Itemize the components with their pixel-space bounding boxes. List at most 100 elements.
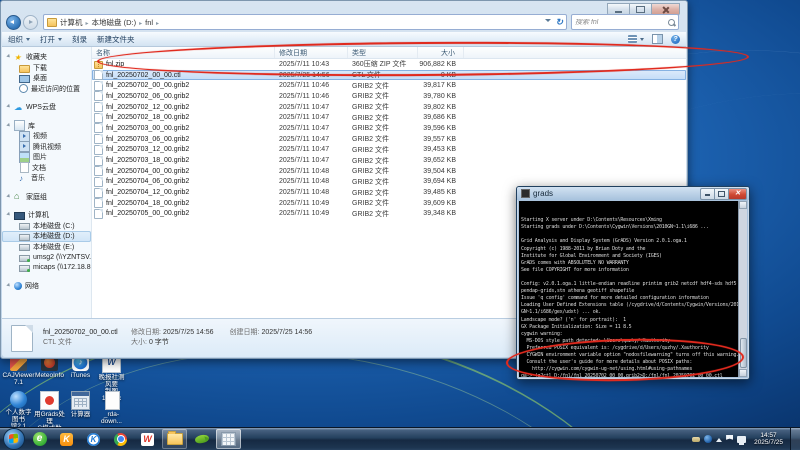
tray-icon[interactable] xyxy=(704,435,712,443)
file-name: fnl_20250703_12_00.grib2 xyxy=(106,146,189,153)
file-name-cell: fnl_20250703_06_00.grib2 xyxy=(92,134,275,144)
taskbar-app-icon xyxy=(60,433,73,446)
table-row[interactable]: fnl_20250704_00_00.grib2 2025/7/11 10:48… xyxy=(92,166,686,177)
back-button[interactable] xyxy=(6,15,21,30)
address-history-dropdown-icon[interactable] xyxy=(545,19,551,25)
table-row[interactable]: fnl_20250702_00_00.grib2 2025/7/11 10:46… xyxy=(92,80,686,91)
forward-button[interactable] xyxy=(23,15,38,30)
taskbar-button[interactable] xyxy=(27,429,52,449)
taskbar-button[interactable] xyxy=(162,429,187,449)
desktop-icon-label: CAJViewer 7.1 xyxy=(2,372,34,386)
sidebar-item[interactable]: 网络 xyxy=(2,281,91,292)
console-close-button[interactable]: ✕ xyxy=(728,188,747,200)
scroll-up-icon[interactable] xyxy=(739,201,747,209)
console-line: Starting grads under D:\Contents\Cygwin\… xyxy=(521,224,738,231)
desktop-icon[interactable]: 个人数字图书 馆2.1 xyxy=(3,390,34,427)
sidebar-item[interactable]: 音乐 xyxy=(2,173,91,184)
sidebar-item[interactable]: 下载 xyxy=(2,63,91,74)
preview-pane-button[interactable] xyxy=(652,34,663,44)
sidebar-item[interactable]: 腾讯视频 xyxy=(2,142,91,153)
taskbar-button[interactable] xyxy=(81,429,106,449)
refresh-icon[interactable]: ↻ xyxy=(555,18,563,27)
tray-icon[interactable] xyxy=(726,435,733,443)
sidebar-item-label: 计算机 xyxy=(28,210,49,220)
sidebar-item[interactable]: 文档 xyxy=(2,163,91,174)
sidebar-item-icon xyxy=(19,65,30,73)
column-header[interactable]: 修改日期 xyxy=(275,47,348,58)
file-name: fnl_20250705_00_00.grib2 xyxy=(106,210,189,217)
sidebar-item[interactable]: 收藏夹 xyxy=(2,52,91,63)
toolbar-button[interactable]: 新建文件夹 xyxy=(97,34,135,45)
table-row[interactable]: fnl_20250702_00_00.ctl 2025/7/25 14:56 C… xyxy=(92,70,686,81)
desktop-icon[interactable]: 用Grads处理 C模式数据.. xyxy=(34,390,65,427)
desktop-icon[interactable]: 计算器 xyxy=(65,390,96,427)
sidebar-item-icon xyxy=(19,131,30,142)
sidebar-item[interactable]: 家庭组 xyxy=(2,192,91,203)
column-header[interactable]: 名称 xyxy=(92,47,275,58)
taskbar-app-icon xyxy=(87,433,100,446)
table-row[interactable]: fnl_20250703_00_00.grib2 2025/7/11 10:47… xyxy=(92,123,686,134)
taskbar-button[interactable] xyxy=(108,429,133,449)
search-box[interactable] xyxy=(571,14,679,30)
taskbar-app-icon xyxy=(167,433,183,445)
file-date: 2025/7/11 10:43 xyxy=(275,61,348,68)
tray-icon[interactable] xyxy=(737,436,746,443)
search-input[interactable] xyxy=(575,19,668,26)
sidebar-item[interactable]: 桌面 xyxy=(2,73,91,84)
table-row[interactable]: fnl_20250702_06_00.grib2 2025/7/11 10:46… xyxy=(92,91,686,102)
sidebar-item[interactable]: WPS云盘 xyxy=(2,102,91,113)
table-row[interactable]: fnl_20250703_18_00.grib2 2025/7/11 10:47… xyxy=(92,155,686,166)
toolbar-button[interactable]: 打开 xyxy=(40,34,62,45)
sidebar-item[interactable]: 图片 xyxy=(2,152,91,163)
tray-icon[interactable] xyxy=(692,437,700,442)
taskbar-button[interactable] xyxy=(189,429,214,449)
console-maximize-button[interactable] xyxy=(714,188,728,200)
taskbar-clock[interactable]: 14:57 2025/7/25 xyxy=(754,432,783,447)
scroll-down-icon[interactable] xyxy=(739,369,747,377)
show-desktop-button[interactable] xyxy=(790,428,800,450)
sidebar-item[interactable]: umsg2 (\\YZNTSV... xyxy=(2,252,91,263)
breadcrumb-item[interactable]: 计算机 xyxy=(60,17,92,28)
console-minimize-button[interactable] xyxy=(700,188,714,200)
table-row[interactable]: fnl.zip 2025/7/11 10:43 360压缩 ZIP 文件 906… xyxy=(92,59,686,70)
sidebar-item[interactable]: 本地磁盘 (C:) xyxy=(2,221,91,232)
address-bar[interactable]: 计算机本地磁盘 (D:)fnl ↻ xyxy=(43,14,567,30)
sidebar-item[interactable]: 本地磁盘 (E:) xyxy=(2,242,91,253)
breadcrumb-item[interactable]: 本地磁盘 (D:) xyxy=(92,17,146,28)
help-button[interactable]: ? xyxy=(671,35,680,44)
chevron-down-icon[interactable] xyxy=(640,38,644,43)
tray-icon[interactable] xyxy=(716,435,722,442)
change-view-button[interactable] xyxy=(628,35,637,43)
taskbar-button[interactable] xyxy=(216,429,241,449)
sidebar-item-label: 最近访问的位置 xyxy=(31,84,80,94)
column-header[interactable]: 类型 xyxy=(348,47,418,58)
maximize-icon xyxy=(636,6,645,13)
sidebar-item[interactable]: 计算机 xyxy=(2,210,91,221)
toolbar-button[interactable]: 刻录 xyxy=(72,34,87,45)
table-row[interactable]: fnl_20250702_12_00.grib2 2025/7/11 10:47… xyxy=(92,102,686,113)
console-line: Landscape mode? ('n' for portrait): 1 xyxy=(521,317,738,324)
sidebar-item[interactable]: 视频 xyxy=(2,131,91,142)
taskbar-button[interactable] xyxy=(54,429,79,449)
file-name-cell: fnl_20250704_00_00.grib2 xyxy=(92,166,275,176)
sidebar-item[interactable]: 最近访问的位置 xyxy=(2,84,91,95)
start-button[interactable] xyxy=(3,428,25,450)
desktop-icon[interactable]: _rda-down... xyxy=(96,390,127,427)
table-row[interactable]: fnl_20250702_18_00.grib2 2025/7/11 10:47… xyxy=(92,112,686,123)
toolbar-button[interactable]: 组织 xyxy=(8,34,30,45)
table-row[interactable]: fnl_20250703_12_00.grib2 2025/7/11 10:47… xyxy=(92,145,686,156)
file-type: GRIB2 文件 xyxy=(348,113,418,123)
sidebar-item-label: 下载 xyxy=(33,63,47,73)
sidebar-item[interactable]: 本地磁盘 (D:) xyxy=(2,231,91,242)
file-icon xyxy=(94,166,103,176)
sidebar-item[interactable]: 库 xyxy=(2,121,91,132)
scrollbar-thumb[interactable] xyxy=(740,338,747,368)
console-scrollbar[interactable] xyxy=(738,201,747,377)
taskbar-button[interactable] xyxy=(135,429,160,449)
console-body: Starting X server under D:\Contents\Reso… xyxy=(519,201,747,377)
table-row[interactable]: fnl_20250703_06_00.grib2 2025/7/11 10:47… xyxy=(92,134,686,145)
sidebar-item[interactable]: micaps (\\172.18.8... xyxy=(2,263,91,274)
file-type: GRIB2 文件 xyxy=(348,177,418,187)
column-header[interactable]: 大小 xyxy=(418,47,464,58)
breadcrumb-item[interactable]: fnl xyxy=(145,18,162,27)
